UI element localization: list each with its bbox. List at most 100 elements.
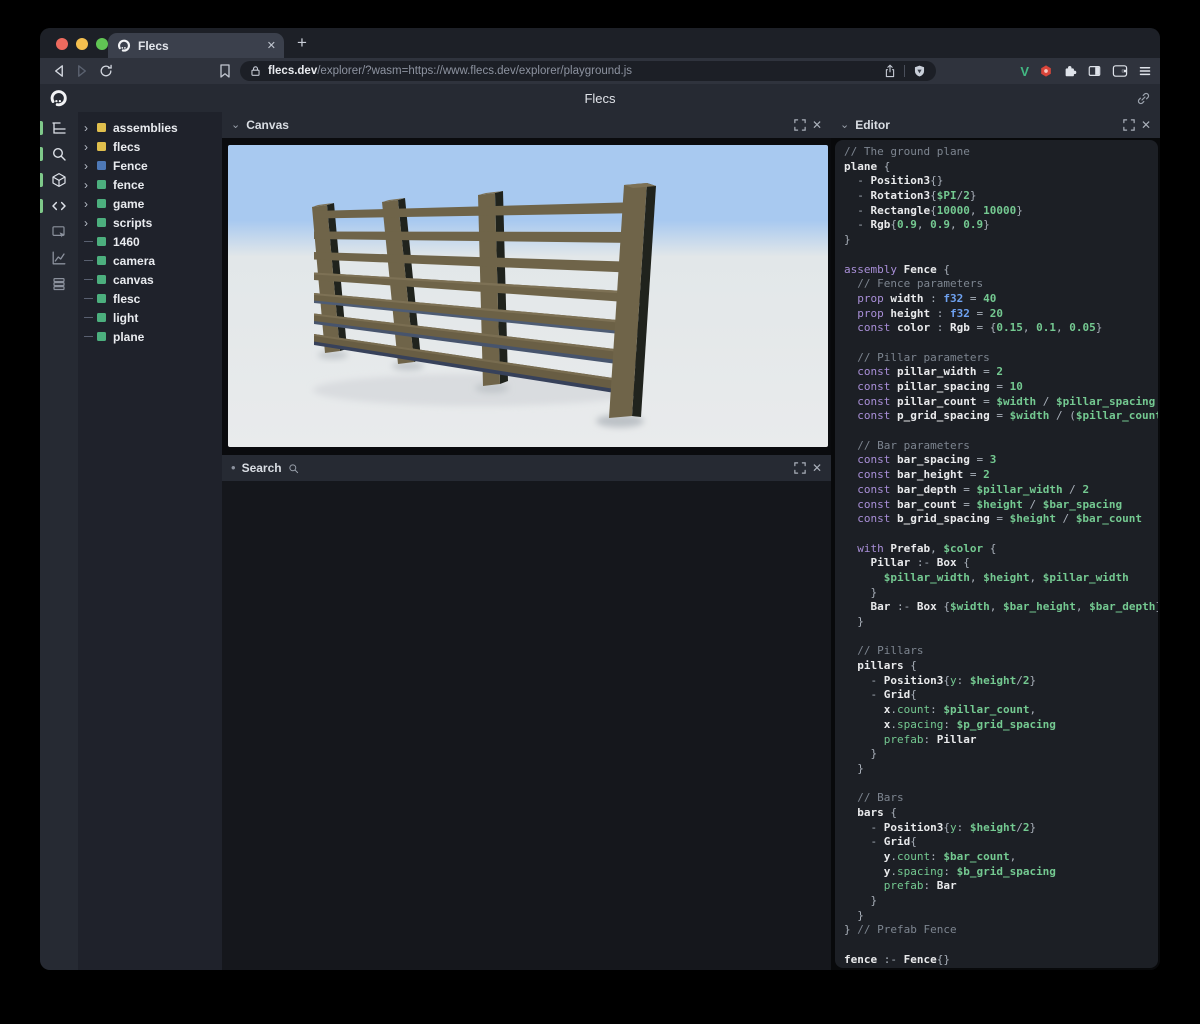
canvas-panel-header: ⌄ Canvas ✕ <box>222 112 831 138</box>
url-domain: flecs.dev <box>268 65 317 77</box>
link-icon[interactable] <box>1136 91 1151 106</box>
canvas-3d-render[interactable] <box>228 145 828 447</box>
search-results-area[interactable] <box>222 481 831 970</box>
tree-item-light[interactable]: light <box>78 308 222 327</box>
tree-item-canvas[interactable]: canvas <box>78 270 222 289</box>
tree-item-1460[interactable]: 1460 <box>78 232 222 251</box>
zoom-window-button[interactable] <box>96 38 108 50</box>
close-icon[interactable]: ✕ <box>812 118 822 132</box>
code-line: prefab: Pillar <box>844 733 1158 748</box>
code-line: const b_grid_spacing = $height / $bar_co… <box>844 512 1158 527</box>
code-line: const bar_count = $height / $bar_spacing <box>844 498 1158 513</box>
tab-close-icon[interactable]: ✕ <box>267 39 276 52</box>
leaf-dash-icon <box>84 336 93 338</box>
tree-item-camera[interactable]: camera <box>78 251 222 270</box>
chart-panel-icon[interactable] <box>40 250 78 266</box>
new-tab-button[interactable]: + <box>290 31 314 55</box>
back-button[interactable] <box>49 62 67 80</box>
tree-item-assemblies[interactable]: › assemblies <box>78 118 222 137</box>
code-line: // The ground plane <box>844 145 1158 160</box>
reload-button[interactable] <box>97 62 115 80</box>
entity-kind-square <box>97 313 106 322</box>
code-line: bars { <box>844 806 1158 821</box>
canvas-panel-title: Canvas <box>246 118 289 132</box>
chevron-down-icon[interactable]: ⌄ <box>231 121 240 129</box>
code-line <box>844 527 1158 542</box>
code-line: pillars { <box>844 659 1158 674</box>
code-line <box>844 630 1158 645</box>
cube-3d-panel-icon[interactable] <box>40 172 78 188</box>
vue-devtools-icon[interactable]: V <box>1020 64 1029 79</box>
tree-item-Fence[interactable]: ›Fence <box>78 156 222 175</box>
entity-label: flecs <box>113 140 140 154</box>
code-line: x.spacing: $p_grid_spacing <box>844 718 1158 733</box>
tree-item-fence[interactable]: › fence <box>78 175 222 194</box>
sidebar-toggle-icon[interactable] <box>1087 64 1102 78</box>
entity-kind-square <box>97 332 106 341</box>
code-line <box>844 938 1158 953</box>
search-panel-icon[interactable] <box>40 146 78 162</box>
close-window-button[interactable] <box>56 38 68 50</box>
close-icon[interactable]: ✕ <box>812 461 822 475</box>
code-line: } <box>844 762 1158 777</box>
expand-arrow-icon[interactable]: › <box>84 218 97 228</box>
code-line: prefab: Bar <box>844 879 1158 894</box>
expand-arrow-icon[interactable]: › <box>84 180 97 190</box>
tree-view-panel-icon[interactable] <box>40 120 78 136</box>
entity-label: fence <box>113 178 144 192</box>
red-extension-icon[interactable] <box>1039 64 1053 78</box>
dot-icon[interactable]: • <box>231 465 236 471</box>
expand-arrow-icon[interactable]: › <box>84 161 97 171</box>
code-line: - Position3{y: $height/2} <box>844 821 1158 836</box>
extensions-puzzle-icon[interactable] <box>1063 64 1077 78</box>
tree-item-game[interactable]: › game <box>78 194 222 213</box>
code-line: } <box>844 747 1158 762</box>
code-line: Bar :- Box {$width, $bar_height, $bar_de… <box>844 600 1158 615</box>
code-line: prop height : f32 = 20 <box>844 307 1158 322</box>
entity-label: canvas <box>113 273 154 287</box>
code-line: // Bar parameters <box>844 439 1158 454</box>
tree-item-flesc[interactable]: flesc <box>78 289 222 308</box>
code-panel-icon[interactable] <box>40 198 78 214</box>
minimize-window-button[interactable] <box>76 38 88 50</box>
entity-kind-square <box>97 199 106 208</box>
code-line: } <box>844 909 1158 924</box>
expand-arrow-icon[interactable]: › <box>84 199 97 209</box>
entity-kind-square <box>97 142 106 151</box>
close-icon[interactable]: ✕ <box>1141 118 1151 132</box>
entity-kind-square <box>97 237 106 246</box>
inspector-panel-icon[interactable] <box>40 224 78 240</box>
fullscreen-icon[interactable] <box>794 119 806 131</box>
tree-item-plane[interactable]: plane <box>78 327 222 346</box>
code-line: y.spacing: $b_grid_spacing <box>844 865 1158 880</box>
chevron-down-icon[interactable]: ⌄ <box>840 121 849 129</box>
menu-hamburger-icon[interactable] <box>1138 64 1152 78</box>
code-line: } // Prefab Fence <box>844 923 1158 938</box>
code-editor[interactable]: // The ground planeplane { - Position3{}… <box>835 140 1158 968</box>
share-icon[interactable] <box>884 64 896 78</box>
entity-label: game <box>113 197 144 211</box>
leaf-dash-icon <box>84 298 93 300</box>
entity-kind-square <box>97 123 106 132</box>
entity-label: scripts <box>113 216 152 230</box>
entity-label: assemblies <box>113 121 178 135</box>
address-bar[interactable]: flecs.dev/explorer/?wasm=https://www.fle… <box>240 61 936 81</box>
wallet-icon[interactable] <box>1112 64 1128 78</box>
bookmark-icon[interactable] <box>216 62 234 80</box>
fullscreen-icon[interactable] <box>1123 119 1135 131</box>
code-line: const pillar_spacing = 10 <box>844 380 1158 395</box>
code-line: Pillar :- Box { <box>844 556 1158 571</box>
leaf-dash-icon <box>84 241 93 243</box>
tree-item-scripts[interactable]: › scripts <box>78 213 222 232</box>
rows-panel-icon[interactable] <box>40 276 78 292</box>
expand-arrow-icon[interactable]: › <box>84 142 97 152</box>
expand-arrow-icon[interactable]: › <box>84 123 97 133</box>
tree-item-flecs[interactable]: › flecs <box>78 137 222 156</box>
brave-shield-icon[interactable] <box>913 64 926 78</box>
fullscreen-icon[interactable] <box>794 462 806 474</box>
forward-button[interactable] <box>73 62 91 80</box>
window-controls[interactable] <box>56 38 108 50</box>
browser-tab[interactable]: Flecs ✕ <box>108 33 284 58</box>
code-line: - Rotation3{$PI/2} <box>844 189 1158 204</box>
code-line: - Position3{y: $height/2} <box>844 674 1158 689</box>
